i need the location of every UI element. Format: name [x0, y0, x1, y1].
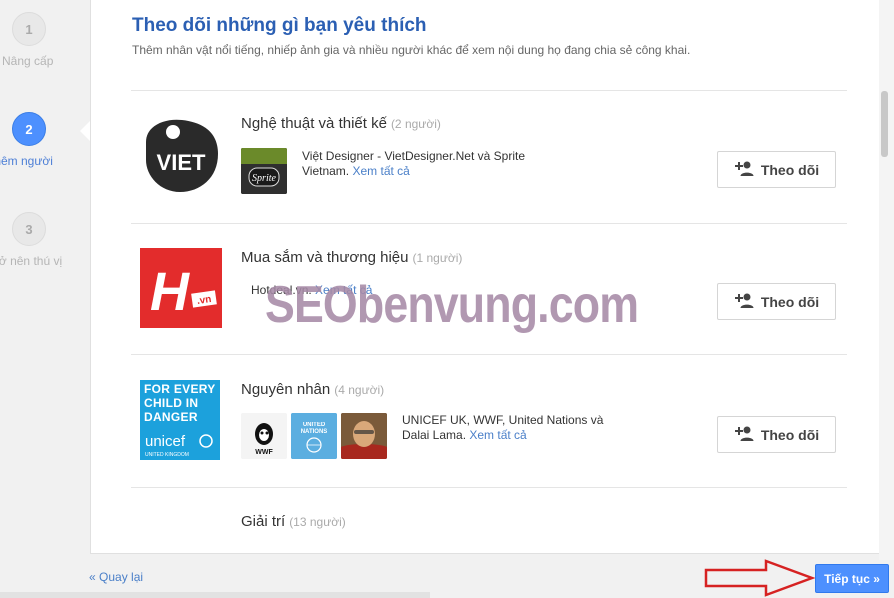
see-all-link[interactable]: Xem tất cả [469, 428, 526, 442]
see-all-link[interactable]: Xem tất cả [352, 164, 409, 178]
add-person-icon [734, 292, 754, 311]
category-causes: FOR EVERY CHILD IN DANGER unicef UNITED … [131, 356, 847, 486]
back-link[interactable]: « Quay lại [89, 570, 143, 584]
category-count: (2 người) [390, 117, 441, 131]
dalai-lama-avatar[interactable] [341, 413, 387, 459]
divider [131, 223, 847, 224]
arrow-annotation [704, 559, 816, 598]
step-label: Trở nên thú vị [0, 254, 63, 268]
step-label: Thêm người [0, 154, 53, 168]
thumb-text: Sprite [252, 173, 276, 184]
follow-label: Theo dõi [760, 426, 820, 443]
category-entertainment: Giải trí (13 người) [131, 489, 847, 529]
divider [131, 354, 847, 355]
follow-label: Theo dõi [760, 161, 820, 178]
category-art-design: VIET Nghệ thuật và thiết kế (2 người) Spr… [131, 92, 847, 222]
watermark: SEObenvung.com [265, 276, 639, 334]
thumb-text: WWF [255, 449, 273, 456]
member-thumbs: Sprite [241, 148, 287, 194]
add-person-icon [734, 160, 754, 179]
scrollbar-thumb[interactable] [881, 91, 888, 157]
category-logo: H .vn [140, 248, 222, 328]
follow-button[interactable]: Theo dõi [717, 416, 836, 453]
united-nations-avatar[interactable]: UNITED NATIONS [291, 413, 337, 459]
logo-brand: unicef [145, 433, 186, 450]
logo-subtext: .vn [196, 294, 212, 307]
category-title[interactable]: Nguyên nhân [241, 381, 330, 398]
sprite-avatar[interactable]: Sprite [241, 148, 287, 194]
add-person-icon [734, 425, 754, 444]
category-count: (1 người) [412, 251, 463, 265]
follow-button[interactable]: Theo dõi [717, 283, 836, 320]
step-number: 3 [12, 212, 46, 246]
category-count: (13 người) [289, 515, 346, 529]
follow-label: Theo dõi [760, 293, 820, 310]
page-subtitle: Thêm nhân vật nổi tiếng, nhiếp ảnh gia v… [132, 43, 691, 57]
step-label: Nâng cấp [2, 54, 54, 68]
member-names: Việt Designer - VietDesigner.Net và Spri… [302, 149, 526, 178]
member-thumbs: WWF UNITED NATIONS [241, 413, 387, 459]
thumb-text: UNITED NATIONS [300, 422, 328, 435]
scrollbar[interactable] [879, 0, 894, 560]
category-title[interactable]: Mua sắm và thương hiệu [241, 249, 408, 266]
continue-button[interactable]: Tiếp tục » [815, 564, 889, 593]
category-title[interactable]: Giải trí [241, 513, 285, 529]
wwf-avatar[interactable]: WWF [241, 413, 287, 459]
category-logo: VIET [140, 114, 222, 194]
follow-button[interactable]: Theo dõi [717, 151, 836, 188]
category-title[interactable]: Nghệ thuật và thiết kế [241, 115, 387, 132]
page-title: Theo dõi những gì bạn yêu thích [132, 15, 427, 36]
divider [131, 90, 847, 91]
category-logo: FOR EVERY CHILD IN DANGER unicef UNITED … [140, 380, 220, 460]
bottom-edge [0, 592, 430, 598]
logo-text: FOR EVERY CHILD IN DANGER [144, 382, 216, 424]
logo-text: VIET [157, 150, 206, 175]
progress-stepper: 1 Nâng cấp 2 Thêm người 3 Trở nên thú vị [0, 0, 90, 560]
logo-text: H [150, 262, 190, 322]
step-number: 1 [12, 12, 46, 46]
category-count: (4 người) [334, 383, 385, 397]
logo-subtext: UNITED KINGDOM [145, 452, 189, 458]
divider [131, 487, 847, 488]
step-number: 2 [12, 112, 46, 146]
